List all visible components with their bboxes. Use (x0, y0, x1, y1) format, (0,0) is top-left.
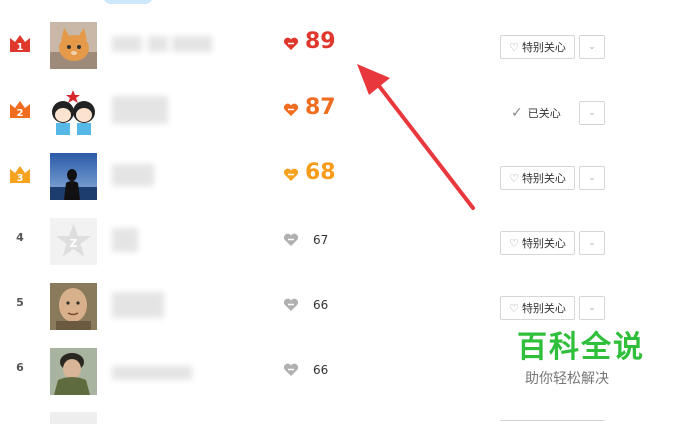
special-care-label: 特别关心 (521, 302, 566, 315)
special-care-button[interactable] (500, 420, 605, 425)
avatar[interactable] (50, 153, 97, 200)
heart-icon (283, 233, 299, 246)
heart-icon (283, 168, 299, 181)
rank-number: 1 (17, 42, 24, 53)
chevron-down-icon: ⌄ (588, 238, 596, 248)
dropdown-button[interactable]: ⌄ (579, 296, 605, 320)
intimacy-score: 89 (305, 29, 336, 54)
rank-number: 3 (17, 173, 24, 184)
already-cared-status[interactable]: ✓ 已关心 (511, 105, 561, 121)
avatar[interactable] (50, 88, 97, 135)
heart-outline-icon: ♡ (509, 301, 519, 315)
avatar[interactable] (50, 412, 97, 424)
blurred-username (112, 164, 154, 186)
chevron-down-icon: ⌄ (588, 108, 596, 118)
avatar[interactable] (50, 348, 97, 395)
rank-number: 2 (17, 108, 24, 119)
already-cared-label: 已关心 (527, 107, 561, 120)
special-care-button[interactable]: ♡ 特别关心 (500, 166, 575, 190)
ranking-row: 1 89 ♡ 特别关心 ⌄ (0, 14, 692, 74)
avatar[interactable]: Z (50, 218, 97, 265)
intimacy-score: 66 (313, 298, 329, 312)
blurred-username (112, 292, 164, 318)
top-tab-fragment (103, 0, 153, 4)
chevron-down-icon: ⌄ (588, 173, 596, 183)
rank-number: 5 (16, 296, 24, 309)
heart-outline-icon: ♡ (509, 236, 519, 250)
intimacy-score: 67 (313, 233, 329, 247)
dropdown-button[interactable]: ⌄ (579, 101, 605, 125)
avatar[interactable] (50, 22, 97, 69)
rank-number: 6 (16, 361, 24, 374)
heart-icon (283, 103, 299, 116)
heart-icon (283, 298, 299, 311)
dropdown-button[interactable]: ⌄ (579, 35, 605, 59)
check-icon: ✓ (511, 105, 523, 121)
heart-icon (283, 37, 299, 50)
blurred-username (112, 362, 192, 380)
special-care-button[interactable]: ♡ 特别关心 (500, 231, 575, 255)
blurred-username (112, 96, 168, 124)
crown-icon-rank-2: 2 (10, 101, 30, 119)
special-care-label: 特别关心 (521, 41, 566, 54)
special-care-button[interactable]: ♡ 特别关心 (500, 35, 575, 59)
dropdown-button[interactable]: ⌄ (579, 231, 605, 255)
watermark-title: 百科全说 (517, 330, 645, 365)
chevron-down-icon: ⌄ (588, 42, 596, 52)
ranking-row: 3 68 ♡ 特别关心 ⌄ (0, 145, 692, 205)
blurred-username (112, 36, 212, 52)
heart-icon (283, 363, 299, 376)
ranking-row: 4 Z 67 ♡ 特别关心 ⌄ (0, 210, 692, 270)
special-care-label: 特别关心 (521, 172, 566, 185)
crown-icon-rank-3: 3 (10, 166, 30, 184)
dropdown-button[interactable]: ⌄ (579, 166, 605, 190)
crown-icon-rank-1: 1 (10, 35, 30, 53)
rank-number: 4 (16, 231, 24, 244)
avatar[interactable] (50, 283, 97, 330)
svg-text:Z: Z (70, 237, 78, 250)
watermark-subtitle: 助你轻松解决 (525, 371, 609, 387)
intimacy-score: 68 (305, 160, 336, 185)
watermark-logo: 百科全说 助你轻松解决 (495, 326, 667, 398)
chevron-down-icon: ⌄ (588, 303, 596, 313)
intimacy-score: 66 (313, 363, 329, 377)
heart-outline-icon: ♡ (509, 171, 519, 185)
ranking-row: 2 87 ✓ 已关心 ⌄ (0, 80, 692, 140)
heart-outline-icon: ♡ (509, 40, 519, 54)
blurred-username (112, 228, 138, 252)
intimacy-score: 87 (305, 95, 336, 120)
special-care-button[interactable]: ♡ 特别关心 (500, 296, 575, 320)
special-care-label: 特别关心 (521, 237, 566, 250)
